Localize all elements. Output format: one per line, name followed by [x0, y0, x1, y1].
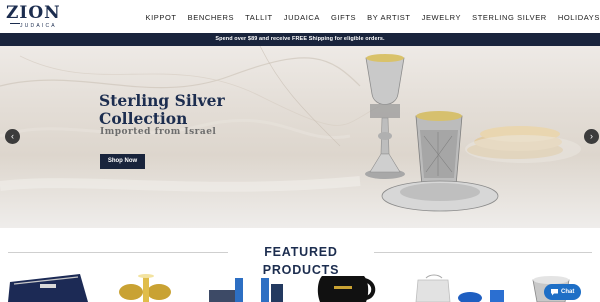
chat-button[interactable]: Chat [544, 284, 581, 300]
product-image-blue-candlesticks[interactable] [205, 270, 285, 302]
featured-products-section: FEATURED PRODUCTS [0, 228, 600, 302]
site-logo[interactable]: ZION JUDAICA [6, 3, 62, 30]
chevron-right-icon: › [590, 131, 593, 141]
promo-bar: Spend over $89 and receive FREE Shipping… [0, 33, 600, 46]
product-row [0, 270, 600, 302]
hero-title: Sterling Silver Collection [99, 91, 225, 128]
product-image-washing-cup[interactable] [310, 270, 380, 302]
nav-item-sterling-silver[interactable]: STERLING SILVER [472, 12, 547, 24]
silver-kiddush-cup-image [365, 54, 581, 212]
nav-item-gifts[interactable]: GIFTS [331, 12, 356, 24]
carousel-prev-button[interactable]: ‹ [5, 129, 20, 144]
site-header: ZION JUDAICA KIPPOT BENCHERS TALLIT JUDA… [0, 0, 600, 33]
product-image-pouch[interactable] [410, 270, 510, 302]
chevron-left-icon: ‹ [11, 131, 14, 141]
nav-item-holidays[interactable]: HOLIDAYS [558, 12, 600, 24]
divider-left [8, 252, 228, 253]
nav-item-tallit[interactable]: TALLIT [245, 12, 273, 24]
hero-subtitle: Imported from Israel [100, 127, 217, 137]
carousel-next-button[interactable]: › [584, 129, 599, 144]
nav-item-judaica[interactable]: JUDAICA [284, 12, 320, 24]
nav-item-benchers[interactable]: BENCHERS [188, 12, 234, 24]
divider-right [374, 252, 592, 253]
nav-item-kippot[interactable]: KIPPOT [146, 12, 177, 24]
nav-item-by-artist[interactable]: BY ARTIST [367, 12, 410, 24]
logo-wordmark: ZION [6, 3, 61, 23]
product-image-tallit-bag[interactable] [0, 270, 90, 302]
product-image-gold-candlesticks[interactable] [113, 270, 185, 302]
hero-banner: Sterling Silver Collection Imported from… [0, 46, 600, 228]
shop-now-button[interactable]: Shop Now [100, 154, 145, 169]
chat-bubble-icon [551, 289, 558, 296]
chat-label: Chat [561, 289, 575, 295]
main-nav: KIPPOT BENCHERS TALLIT JUDAICA GIFTS BY … [135, 12, 600, 24]
nav-item-jewelry[interactable]: JEWELRY [422, 12, 462, 24]
logo-underline [10, 23, 20, 24]
promo-text: Spend over $89 and receive FREE Shipping… [215, 36, 385, 42]
